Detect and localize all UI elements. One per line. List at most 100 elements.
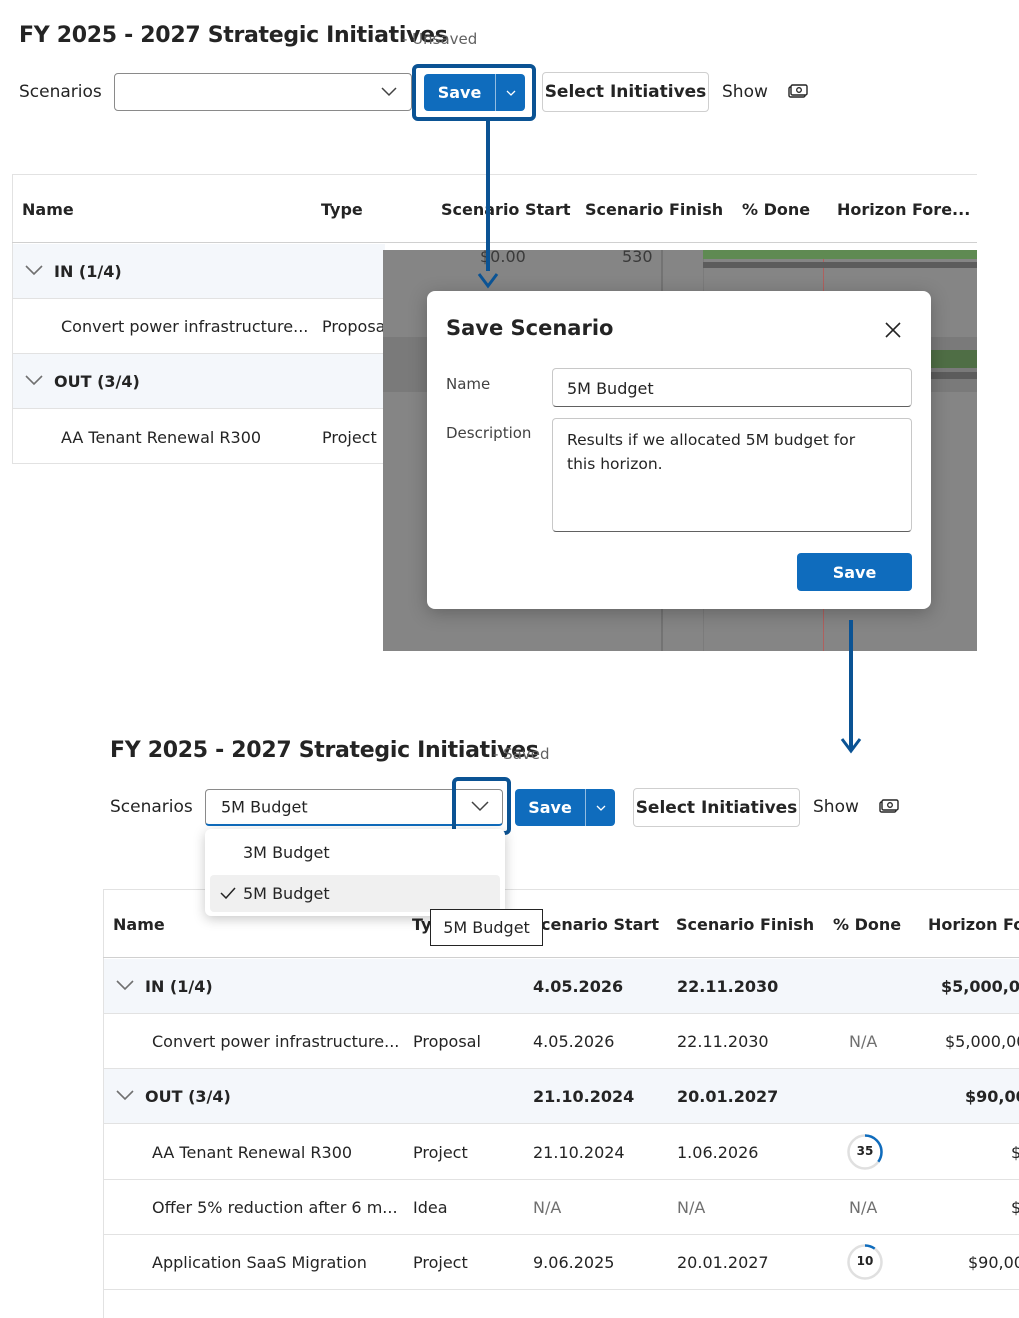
group-finish: 22.11.2030 [677,977,779,996]
dialog-title: Save Scenario [446,316,614,340]
progress-value: 10 [856,1254,874,1268]
row-finish: 20.01.2027 [677,1253,769,1272]
row-divider [103,1234,1019,1235]
column-name[interactable]: Name [22,200,74,219]
progress-ring: 10 [846,1243,884,1281]
description-field[interactable]: Results if we allocated 5M budget for th… [552,418,912,532]
row-divider [103,1289,1019,1290]
row-name[interactable]: Convert power infrastructure... [61,317,308,336]
name-label: Name [446,375,491,393]
chevron-down-icon[interactable] [471,801,489,812]
column-scenario-start[interactable]: cenario Start [541,915,659,934]
page-title: FY 2025 - 2027 Strategic Initiatives [19,23,448,48]
row-divider [12,463,384,464]
money-icon[interactable] [788,84,808,100]
row-name[interactable]: Offer 5% reduction after 6 m... [152,1198,398,1217]
save-scenario-dialog: Save Scenario Name 5M Budget Description… [427,291,931,609]
dialog-save-button[interactable]: Save [797,553,912,591]
row-divider [103,1013,1019,1014]
row-type: Proposal [413,1032,481,1051]
group-label-out: OUT (3/4) [54,372,140,391]
row-divider [103,1179,1019,1180]
group-label-in: IN (1/4) [145,977,213,996]
group-finish: 20.01.2027 [677,1087,779,1106]
money-icon[interactable] [879,799,899,815]
row-done: N/A [849,1032,878,1051]
header-divider [12,242,977,243]
column-scenario-finish[interactable]: Scenario Finish [585,200,723,219]
chevron-down-icon[interactable] [25,375,43,386]
description-field-value: Results if we allocated 5M budget for th… [567,431,856,473]
save-split-button[interactable]: Save [424,74,525,111]
row-name[interactable]: AA Tenant Renewal R300 [152,1143,352,1162]
chevron-down-icon [381,87,397,97]
row-finish: 22.11.2030 [677,1032,769,1051]
chevron-down-icon[interactable] [116,1090,134,1101]
option-label: 5M Budget [243,884,330,903]
show-label: Show [722,82,768,102]
description-label: Description [446,424,532,442]
row-horizon: $ [1011,1143,1019,1162]
row-finish: N/A [677,1198,706,1217]
save-button[interactable]: Save [515,789,585,826]
column-type[interactable]: Type [321,200,363,219]
save-split-button[interactable]: Save [515,789,615,826]
group-horizon: $90,00 [965,1087,1019,1106]
arrow-down-icon [477,273,499,289]
scenarios-select[interactable] [114,73,412,111]
select-initiatives-button[interactable]: Select Initiatives [633,788,800,827]
column-type[interactable]: Ty [412,915,431,934]
page-title: FY 2025 - 2027 Strategic Initiatives [110,738,539,763]
name-field-value: 5M Budget [567,379,654,398]
row-name[interactable]: AA Tenant Renewal R300 [61,428,261,447]
column-scenario-finish[interactable]: Scenario Finish [676,915,814,934]
chevron-down-icon[interactable] [116,980,134,991]
row-divider [12,408,384,409]
close-icon[interactable] [884,321,902,339]
group-start: 4.05.2026 [533,977,624,996]
gantt-bar [928,372,977,379]
dropdown-option-5m[interactable]: 5M Budget [210,875,500,912]
row-divider [12,298,384,299]
flow-arrow-line [486,121,490,271]
group-label-in: IN (1/4) [54,262,122,281]
row-type: Project [413,1253,468,1272]
scenarios-dropdown: 3M Budget 5M Budget [205,829,505,916]
scenarios-select-value: 5M Budget [221,797,308,817]
row-done: N/A [849,1198,878,1217]
row-type: Project [413,1143,468,1162]
column-scenario-start[interactable]: Scenario Start [441,200,571,219]
name-field[interactable]: 5M Budget [552,368,912,407]
header-divider [103,957,1019,958]
save-button[interactable]: Save [424,74,495,111]
scenarios-label: Scenarios [110,797,193,817]
dropdown-option-3m[interactable]: 3M Budget [205,833,505,871]
row-name[interactable]: Application SaaS Migration [152,1253,367,1272]
gantt-bar [703,262,977,268]
progress-ring: 35 [846,1133,884,1171]
row-horizon: $5,000,00 [945,1032,1019,1051]
gantt-bar [703,250,977,259]
save-status: - Saved [493,745,550,763]
save-options-button[interactable] [496,74,525,111]
row-type: Project [322,428,377,447]
row-type: Proposal [322,317,390,336]
column-percent-done[interactable]: % Done [833,915,901,934]
column-name[interactable]: Name [113,915,165,934]
row-start: N/A [533,1198,562,1217]
column-percent-done[interactable]: % Done [742,200,810,219]
background-finish-value: 530 [622,247,653,266]
chevron-down-icon [506,90,515,96]
column-horizon-forecast[interactable]: Horizon Fore... [837,200,970,219]
row-type: Idea [413,1198,448,1217]
group-horizon: $5,000,00 [941,977,1019,996]
show-label: Show [813,797,859,817]
save-options-button[interactable] [586,789,615,826]
row-start: 9.06.2025 [533,1253,615,1272]
row-name[interactable]: Convert power infrastructure... [152,1032,399,1051]
column-horizon-forecast[interactable]: Horizon Fo [928,915,1019,934]
row-divider [103,1123,1019,1124]
chevron-down-icon[interactable] [25,265,43,276]
select-initiatives-button[interactable]: Select Initiatives [542,72,709,112]
row-start: 21.10.2024 [533,1143,625,1162]
